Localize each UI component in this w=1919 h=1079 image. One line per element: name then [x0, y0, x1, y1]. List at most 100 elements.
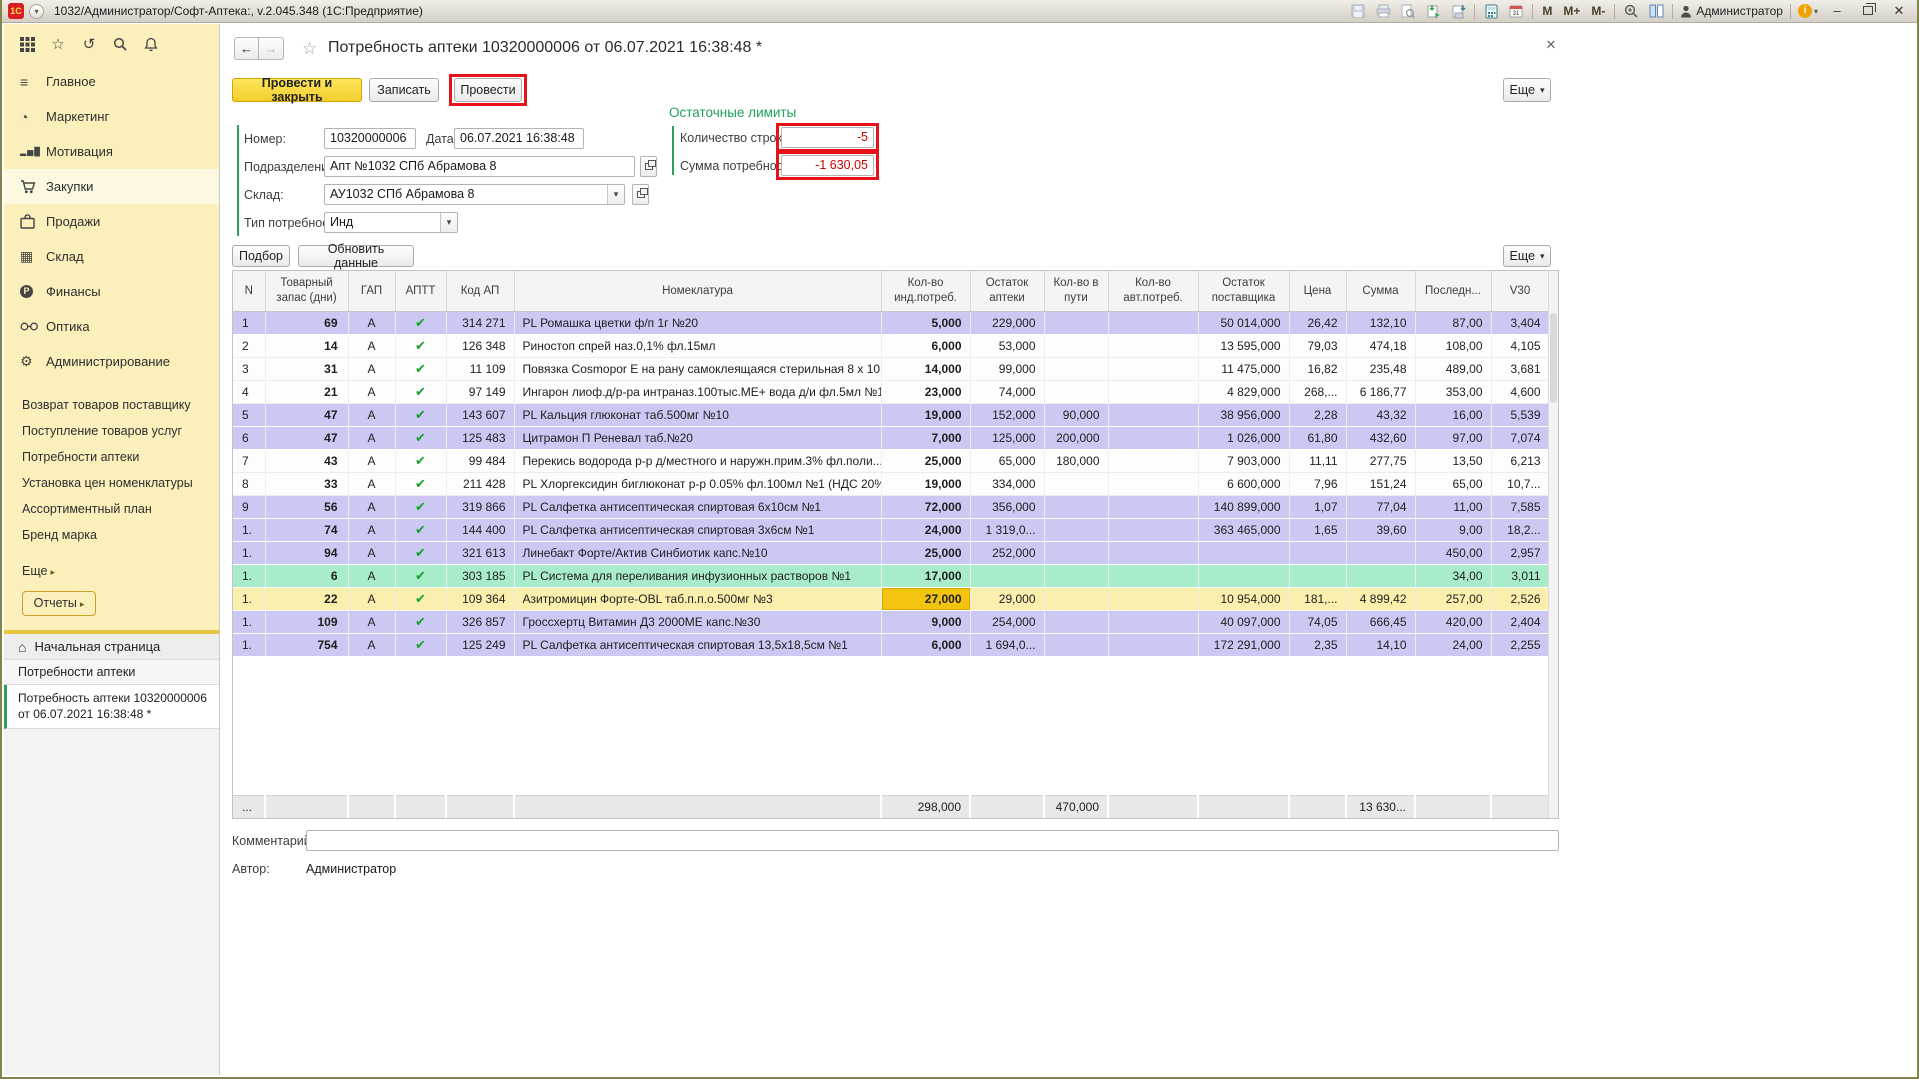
table-cell-price[interactable]: 2,28 — [1289, 403, 1346, 426]
table-cell-gap[interactable]: А — [348, 564, 395, 587]
table-cell-supplier[interactable]: 1 026,000 — [1198, 426, 1289, 449]
column-header-supplier[interactable]: Остаток поставщика — [1198, 271, 1289, 311]
table-cell-v30[interactable]: 3,681 — [1491, 357, 1549, 380]
sidebar-item-Главное[interactable]: ≡Главное — [4, 64, 219, 99]
system-menu-icon[interactable]: ▾ — [29, 4, 44, 19]
table-cell-gap[interactable]: А — [348, 380, 395, 403]
table-cell-rest[interactable]: 1 319,0... — [970, 518, 1044, 541]
table-cell-v30[interactable]: 4,105 — [1491, 334, 1549, 357]
table-cell-gap[interactable]: А — [348, 495, 395, 518]
table-cell-n[interactable]: 4 — [233, 380, 265, 403]
table-cell-last[interactable]: 489,00 — [1415, 357, 1491, 380]
table-cell-name[interactable]: PL Салфетка антисептическая спиртовая 3х… — [514, 518, 881, 541]
sidebar-item-Маркетинг[interactable]: ◔Маркетинг — [4, 99, 219, 134]
table-cell-rest[interactable]: 53,000 — [970, 334, 1044, 357]
table-cell-gap[interactable]: А — [348, 472, 395, 495]
table-cell-supplier[interactable]: 6 600,000 — [1198, 472, 1289, 495]
table-cell-sum[interactable] — [1346, 564, 1415, 587]
chevron-down-icon[interactable]: ▾ — [607, 185, 624, 204]
table-cell-aptt[interactable]: ✔ — [395, 495, 446, 518]
table-cell-name[interactable]: Азитромицин Форте-OBL таб.п.п.о.500мг №3 — [514, 587, 881, 610]
table-cell-aptt[interactable]: ✔ — [395, 403, 446, 426]
table-cell-auto[interactable] — [1108, 334, 1198, 357]
table-cell-transit[interactable] — [1044, 311, 1108, 334]
history-icon[interactable]: ↺ — [80, 35, 98, 53]
table-cell-n[interactable]: 2 — [233, 334, 265, 357]
table-cell-price[interactable]: 26,42 — [1289, 311, 1346, 334]
write-button[interactable]: Записать — [369, 78, 439, 102]
apps-grid-icon[interactable] — [18, 35, 36, 53]
table-cell-n[interactable]: 3 — [233, 357, 265, 380]
sidebar-item-Администрирование[interactable]: ⚙Администрирование — [4, 344, 219, 379]
department-choose-button[interactable] — [640, 156, 657, 177]
search-icon[interactable] — [111, 35, 129, 53]
table-cell-n[interactable]: 9 — [233, 495, 265, 518]
table-cell-transit[interactable] — [1044, 495, 1108, 518]
table-cell-transit[interactable]: 200,000 — [1044, 426, 1108, 449]
table-cell-v30[interactable]: 7,585 — [1491, 495, 1549, 518]
table-cell-stock[interactable]: 109 — [265, 610, 348, 633]
table-cell-code[interactable]: 314 271 — [446, 311, 514, 334]
table-cell-last[interactable]: 420,00 — [1415, 610, 1491, 633]
column-header-transit[interactable]: Кол-во в пути — [1044, 271, 1108, 311]
sidebar-item-Склад[interactable]: ▦Склад — [4, 239, 219, 274]
sidebar-item-Финансы[interactable]: PФинансы — [4, 274, 219, 309]
table-cell-rest[interactable]: 74,000 — [970, 380, 1044, 403]
scrollbar-thumb[interactable] — [1550, 313, 1557, 403]
load-settings-icon[interactable] — [1424, 2, 1442, 20]
table-cell-auto[interactable] — [1108, 449, 1198, 472]
memory-m-button[interactable]: M — [1540, 4, 1554, 18]
table-cell-n[interactable]: 1. — [233, 518, 265, 541]
table-cell-stock[interactable]: 754 — [265, 633, 348, 656]
table-cell-n[interactable]: 7 — [233, 449, 265, 472]
table-cell-transit[interactable] — [1044, 357, 1108, 380]
table-cell-code[interactable]: 97 149 — [446, 380, 514, 403]
column-header-sum[interactable]: Сумма — [1346, 271, 1415, 311]
table-cell-last[interactable]: 65,00 — [1415, 472, 1491, 495]
table-cell-sum[interactable]: 132,10 — [1346, 311, 1415, 334]
sidebar-more-button[interactable]: Еще▸ — [22, 564, 55, 578]
department-field[interactable]: Апт №1032 СПб Абрамова 8 — [324, 156, 635, 177]
table-cell-qty[interactable]: 72,000 — [881, 495, 970, 518]
table-cell-n[interactable]: 1 — [233, 311, 265, 334]
table-cell-supplier[interactable]: 4 829,000 — [1198, 380, 1289, 403]
sidebar-link[interactable]: Поступление товаров услуг — [4, 418, 219, 444]
table-cell-last[interactable]: 87,00 — [1415, 311, 1491, 334]
table-cell-n[interactable]: 6 — [233, 426, 265, 449]
table-cell-last[interactable]: 450,00 — [1415, 541, 1491, 564]
column-header-aptt[interactable]: АПТТ — [395, 271, 446, 311]
table-cell-v30[interactable]: 6,213 — [1491, 449, 1549, 472]
save-settings-icon[interactable] — [1449, 2, 1467, 20]
table-cell-rest[interactable] — [970, 564, 1044, 587]
table-cell-price[interactable]: 2,35 — [1289, 633, 1346, 656]
table-row[interactable]: 214А✔126 348Риностоп спрей наз.0,1% фл.1… — [233, 334, 1549, 357]
table-row[interactable]: 421А✔97 149Ингарон лиоф.д/р-ра интраназ.… — [233, 380, 1549, 403]
table-cell-aptt[interactable]: ✔ — [395, 380, 446, 403]
table-cell-code[interactable]: 144 400 — [446, 518, 514, 541]
comment-field[interactable] — [306, 830, 1559, 851]
table-cell-rest[interactable]: 334,000 — [970, 472, 1044, 495]
table-cell-aptt[interactable]: ✔ — [395, 518, 446, 541]
print-icon[interactable] — [1374, 2, 1392, 20]
table-cell-code[interactable]: 126 348 — [446, 334, 514, 357]
table-cell-aptt[interactable]: ✔ — [395, 564, 446, 587]
table-cell-stock[interactable]: 31 — [265, 357, 348, 380]
table-cell-auto[interactable] — [1108, 311, 1198, 334]
table-row[interactable]: 1.94А✔321 613Линебакт Форте/Актив Синбио… — [233, 541, 1549, 564]
table-cell-gap[interactable]: А — [348, 403, 395, 426]
table-cell-code[interactable]: 125 483 — [446, 426, 514, 449]
table-cell-qty[interactable]: 7,000 — [881, 426, 970, 449]
close-document-button[interactable]: ✕ — [1542, 37, 1560, 53]
table-cell-stock[interactable]: 14 — [265, 334, 348, 357]
open-tab-needs-list[interactable]: Потребности аптеки — [4, 660, 219, 685]
table-cell-transit[interactable] — [1044, 587, 1108, 610]
table-cell-auto[interactable] — [1108, 380, 1198, 403]
table-cell-auto[interactable] — [1108, 610, 1198, 633]
table-cell-stock[interactable]: 22 — [265, 587, 348, 610]
table-cell-code[interactable]: 211 428 — [446, 472, 514, 495]
table-row[interactable]: 1.6А✔303 185PL Система для переливания и… — [233, 564, 1549, 587]
table-cell-n[interactable]: 1. — [233, 541, 265, 564]
table-cell-rest[interactable]: 1 694,0... — [970, 633, 1044, 656]
sidebar-link[interactable]: Ассортиментный план — [4, 496, 219, 522]
table-cell-sum[interactable]: 4 899,42 — [1346, 587, 1415, 610]
